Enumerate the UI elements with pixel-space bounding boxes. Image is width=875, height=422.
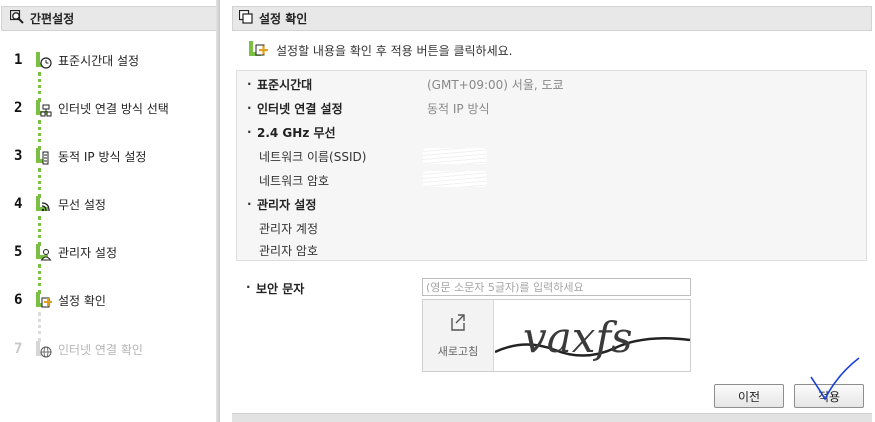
summary-row-admin-account: 관리자 계정	[237, 219, 866, 237]
sidebar-step-confirm[interactable]: 6 설정 확인	[14, 290, 106, 310]
bottom-bar	[232, 413, 872, 422]
main-header: 설정 확인	[232, 6, 872, 31]
clock-icon	[26, 50, 54, 70]
summary-row-timezone: · 표준시간대 (GMT+09:00) 서울, 도쿄	[237, 75, 866, 93]
step-number: 3	[14, 148, 23, 164]
refresh-label: 새로고침	[437, 345, 479, 358]
step-number: 1	[14, 52, 23, 68]
summary-label: 2.4 GHz 무선	[257, 125, 336, 140]
captcha-box: 새로고침 vaxfs	[422, 299, 691, 372]
step-label: 동적 IP 방식 설정	[58, 149, 147, 164]
step-label: 설정 확인	[58, 293, 106, 308]
step-number: 6	[14, 292, 23, 308]
redacted-value	[423, 148, 487, 164]
panel-divider[interactable]	[216, 0, 220, 422]
step-label: 표준시간대 설정	[58, 53, 140, 68]
sidebar-step-wireless[interactable]: 4 무선 설정	[14, 194, 106, 214]
step-label: 관리자 설정	[58, 245, 118, 260]
window-icon	[238, 9, 253, 27]
sidebar-step-internet-type[interactable]: 2 인터넷 연결 방식 선택	[14, 98, 169, 118]
summary-label: 인터넷 연결 설정	[257, 101, 343, 116]
instruction: 설정할 내용을 확인 후 적용 버튼을 클릭하세요.	[248, 40, 512, 61]
wifi-icon	[26, 194, 54, 214]
network-icon	[26, 98, 54, 118]
sidebar-step-dynamic-ip[interactable]: 3 동적 IP 방식 설정	[14, 146, 146, 166]
refresh-icon	[448, 312, 468, 335]
step-number: 7	[14, 341, 23, 357]
sidebar-title: 간편설정	[30, 12, 75, 26]
step-label: 인터넷 연결 방식 선택	[58, 101, 169, 116]
settings-summary: · 표준시간대 (GMT+09:00) 서울, 도쿄 · 인터넷 연결 설정 동…	[236, 70, 867, 261]
sidebar-header: 간편설정	[1, 6, 217, 31]
sidebar-step-connection-check: 7 인터넷 연결 확인	[14, 339, 143, 359]
summary-label: 네트워크 이름(SSID)	[259, 149, 367, 164]
security-code-section: · 보안 문자 새로고침 vaxfs	[236, 278, 696, 378]
captcha-text: vaxfs	[523, 313, 633, 362]
bullet: ·	[247, 101, 252, 115]
step-number: 4	[14, 196, 23, 212]
instruction-text: 설정할 내용을 확인 후 적용 버튼을 클릭하세요.	[276, 44, 513, 58]
step-label: 인터넷 연결 확인	[58, 342, 143, 357]
summary-label: 네트워크 암호	[259, 173, 330, 188]
summary-value: (GMT+09:00) 서울, 도쿄	[427, 77, 564, 92]
apply-button[interactable]: 적용	[794, 384, 864, 408]
summary-row-internet: · 인터넷 연결 설정 동적 IP 방식	[237, 99, 866, 117]
redacted-value	[423, 171, 487, 187]
captcha-input[interactable]	[422, 278, 691, 296]
summary-label: 관리자 설정	[257, 197, 317, 212]
prev-button[interactable]: 이전	[714, 384, 784, 408]
summary-label: 관리자 계정	[259, 221, 319, 236]
summary-value: 동적 IP 방식	[427, 101, 490, 116]
summary-label: 표준시간대	[257, 77, 313, 92]
bullet: ·	[247, 125, 252, 139]
main-content: 설정 확인 설정할 내용을 확인 후 적용 버튼을 클릭하세요. · 표준시간대…	[222, 0, 875, 422]
summary-row-admin-password: 관리자 암호	[237, 241, 866, 259]
globe-icon	[26, 339, 54, 359]
sidebar-step-admin[interactable]: 5 관리자 설정	[14, 242, 117, 262]
summary-row-ssid: 네트워크 이름(SSID)	[237, 147, 866, 165]
bullet: ·	[247, 77, 252, 91]
bullet: ·	[246, 280, 251, 294]
security-code-label: 보안 문자	[256, 282, 305, 296]
confirm-icon	[248, 40, 270, 61]
bullet: ·	[247, 197, 252, 211]
admin-user-icon	[26, 242, 54, 262]
refresh-button[interactable]: 새로고침	[423, 300, 494, 371]
sidebar-step-timezone[interactable]: 1 표준시간대 설정	[14, 50, 139, 70]
step-connector	[38, 312, 41, 342]
sidebar: 간편설정 1 표준시간대 설정 2 인터넷 연결 방식 선택 3 동적 IP 방…	[0, 0, 218, 422]
summary-row-wifi-password: 네트워크 암호	[237, 171, 866, 189]
page-title: 설정 확인	[259, 12, 308, 26]
summary-row-wireless: · 2.4 GHz 무선	[237, 123, 866, 141]
step-number: 5	[14, 244, 23, 260]
magnifier-icon	[9, 9, 24, 27]
summary-label: 관리자 암호	[259, 243, 319, 258]
summary-row-admin: · 관리자 설정	[237, 195, 866, 213]
step-label: 무선 설정	[58, 197, 106, 212]
captcha-image: vaxfs	[494, 300, 691, 371]
step-number: 2	[14, 100, 23, 116]
ip-setting-icon	[26, 146, 54, 166]
confirm-icon	[26, 290, 54, 310]
